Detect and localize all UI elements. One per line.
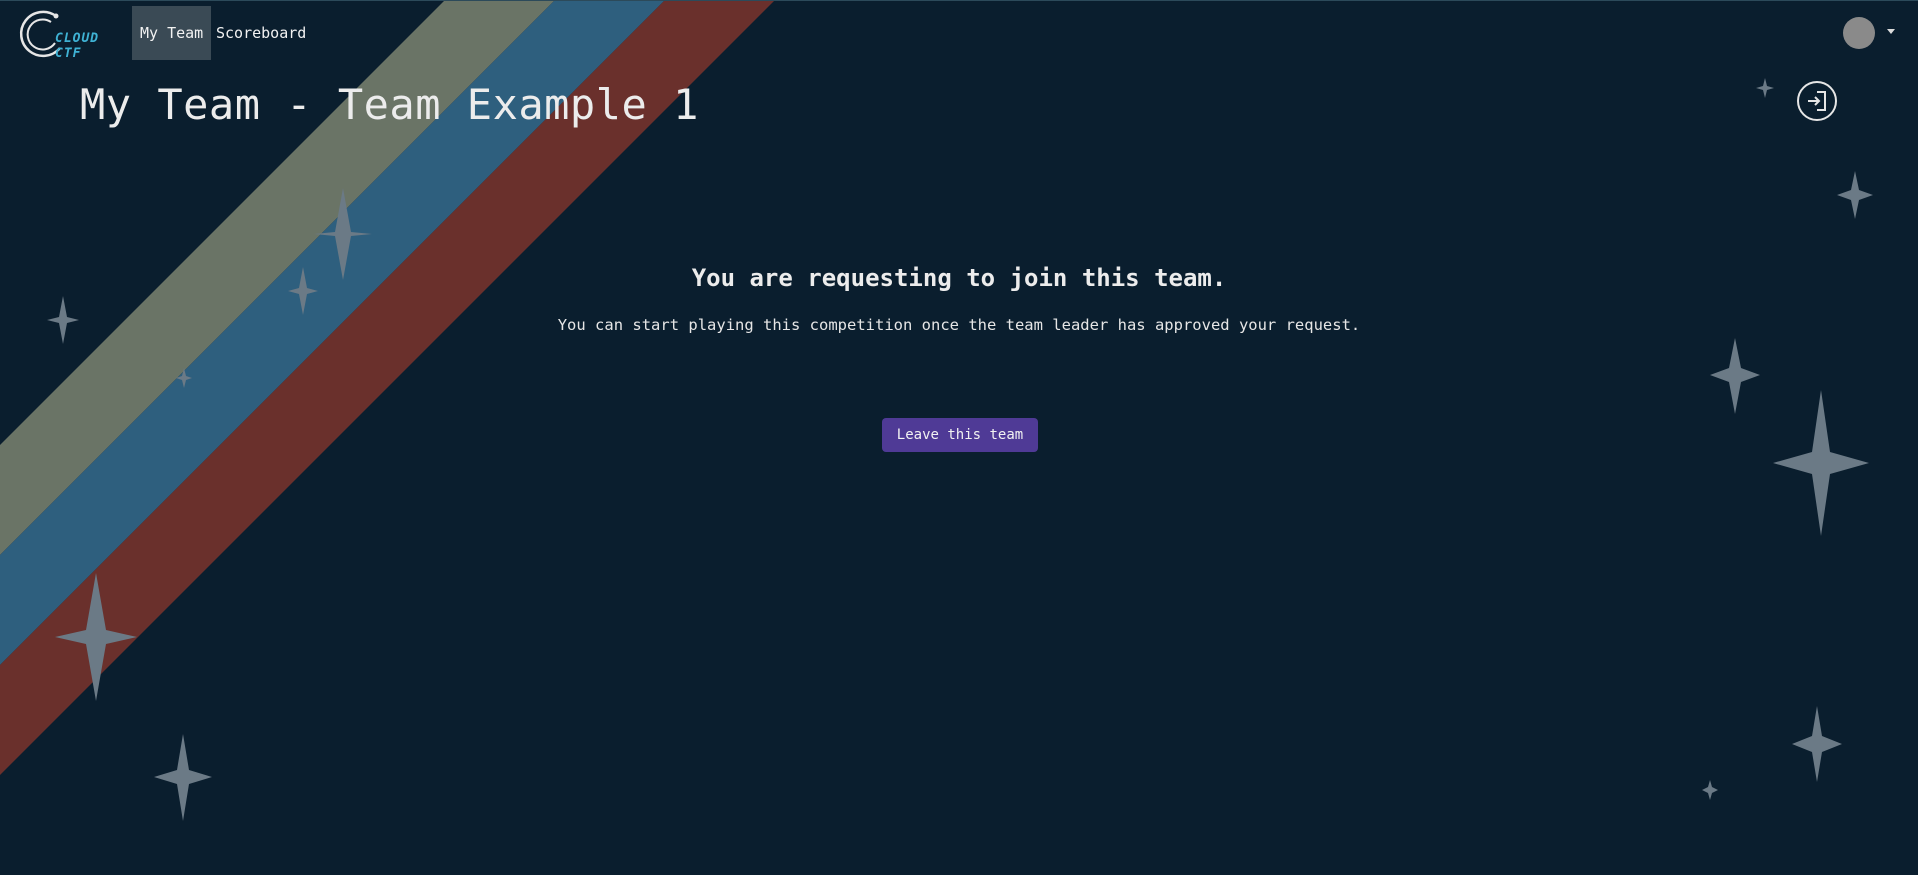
leave-team-button[interactable]: Leave this team xyxy=(882,418,1038,452)
star-icon xyxy=(1773,390,1869,536)
logo-text: CLOUD CTF xyxy=(55,31,100,61)
star-icon xyxy=(1837,171,1873,219)
star-icon xyxy=(1792,706,1842,782)
nav-my-team[interactable]: My Team xyxy=(132,6,212,60)
join-request-heading: You are requesting to join this team. xyxy=(691,264,1227,292)
cloud-ctf-logo[interactable]: CLOUD CTF xyxy=(18,8,114,61)
sign-in-button[interactable] xyxy=(1797,81,1837,121)
top-navbar: CLOUD CTF My Team Scoreboard xyxy=(0,0,1918,66)
chevron-down-icon[interactable] xyxy=(1887,29,1895,34)
star-icon xyxy=(1710,338,1760,414)
sign-in-arrow-icon xyxy=(1808,91,1826,111)
star-icon xyxy=(1756,78,1774,98)
user-avatar-icon[interactable] xyxy=(1843,17,1875,49)
nav-scoreboard[interactable]: Scoreboard xyxy=(208,6,314,60)
star-icon xyxy=(1702,780,1718,800)
join-request-message: You can start playing this competition o… xyxy=(557,316,1361,334)
star-icon xyxy=(154,734,212,821)
page-title: My Team - Team Example 1 xyxy=(80,80,699,129)
